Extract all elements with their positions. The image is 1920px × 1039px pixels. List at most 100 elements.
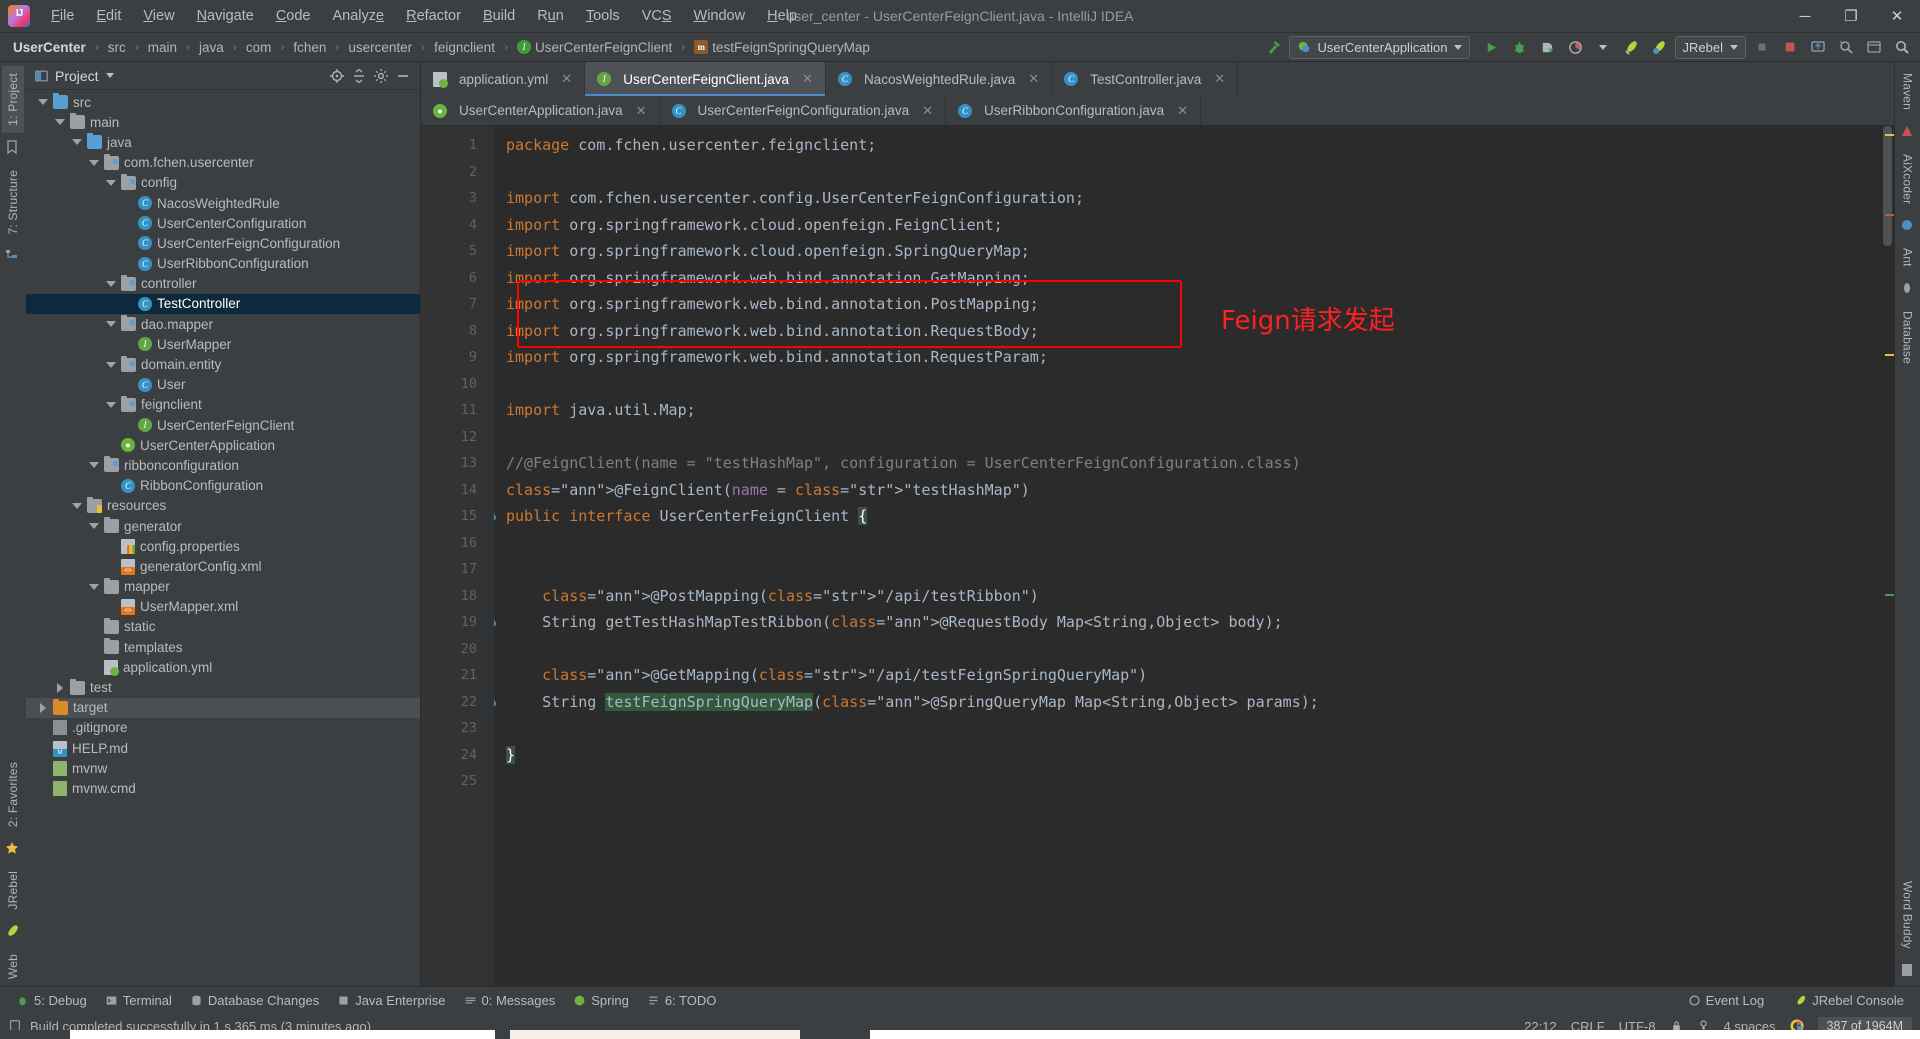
code-line-23[interactable] — [506, 715, 1881, 742]
twisty-expanded-icon[interactable] — [104, 176, 117, 189]
star-icon[interactable] — [4, 840, 22, 858]
sidebar-item-aixcoder[interactable]: AiXcoder — [1897, 147, 1919, 211]
breadcrumb-item-usercenter[interactable]: usercenter — [345, 39, 415, 56]
breadcrumb-item-java[interactable]: java — [196, 39, 227, 56]
line-number-1[interactable]: 1 — [421, 132, 483, 159]
tree-node-generator[interactable]: generator — [26, 516, 420, 536]
breadcrumb-item-usercenterfeignclient[interactable]: I UserCenterFeignClient — [514, 39, 675, 56]
line-number-5[interactable]: 5 — [421, 238, 483, 265]
sidebar-item-ant[interactable]: Ant — [1897, 241, 1919, 274]
editor-tab-usercenterfeignclient-java[interactable]: I UserCenterFeignClient.java ✕ — [585, 62, 826, 96]
tree-node-mvnw[interactable]: mvnw — [26, 758, 420, 778]
tree-node-userribbonconfiguration[interactable]: C UserRibbonConfiguration — [26, 254, 420, 274]
jrebel-run-icon[interactable] — [1619, 35, 1644, 59]
line-number-gutter[interactable]: 1 2 3 4 5 6 7 8 9 10 11 12 13 14 15 16 17 18 19 20 21 22 23 24 2… — [421, 126, 496, 986]
run-configuration-selector[interactable]: UserCenterApplication — [1289, 35, 1470, 59]
line-number-22[interactable]: 22 — [421, 689, 496, 716]
tree-node-usercenterconfiguration[interactable]: C UserCenterConfiguration — [26, 213, 420, 233]
sidebar-item-project[interactable]: 1: Project — [2, 66, 24, 133]
line-number-20[interactable]: 20 — [421, 636, 483, 663]
code-line-19[interactable]: String getTestHashMapTestRibbon(class="a… — [506, 609, 1881, 636]
twisty-collapsed-icon[interactable] — [53, 681, 66, 694]
code-line-7[interactable]: import org.springframework.web.bind.anno… — [506, 291, 1881, 318]
tree-node-usermapper[interactable]: I UserMapper — [26, 334, 420, 354]
tree-node-ribbonconfiguration[interactable]: C RibbonConfiguration — [26, 476, 420, 496]
code-line-20[interactable] — [506, 636, 1881, 663]
twisty-expanded-icon[interactable] — [104, 277, 117, 290]
tree-node-resources[interactable]: resources — [26, 496, 420, 516]
line-number-7[interactable]: 7 — [421, 291, 483, 318]
hide-panel-icon[interactable] — [392, 65, 414, 87]
twisty-collapsed-icon[interactable] — [36, 701, 49, 714]
bookmark-icon[interactable] — [4, 139, 22, 157]
menu-item-help[interactable]: Help — [756, 4, 808, 28]
twisty-expanded-icon[interactable] — [104, 358, 117, 371]
breadcrumb-item-testfeignspringquerymap[interactable]: m testFeignSpringQueryMap — [691, 39, 873, 56]
line-number-16[interactable]: 16 — [421, 530, 483, 557]
line-number-12[interactable]: 12 — [421, 424, 483, 451]
tree-node-testcontroller[interactable]: C TestController — [26, 293, 420, 315]
code-line-9[interactable]: import org.springframework.web.bind.anno… — [506, 344, 1881, 371]
maximize-button[interactable]: ❐ — [1828, 0, 1874, 32]
tree-node-application-yml[interactable]: application.yml — [26, 657, 420, 677]
tree-node-user[interactable]: C User — [26, 375, 420, 395]
tree-node-nacosweightedrule[interactable]: C NacosWeightedRule — [26, 193, 420, 213]
code-line-8[interactable]: import org.springframework.web.bind.anno… — [506, 318, 1881, 345]
close-icon[interactable]: ✕ — [1177, 103, 1188, 119]
code-line-22[interactable]: String testFeignSpringQueryMap(class="an… — [506, 689, 1881, 716]
search-icon[interactable] — [1889, 35, 1914, 59]
editor-tab-userribbonconfiguration-java[interactable]: C UserRibbonConfiguration.java ✕ — [946, 96, 1202, 125]
sidebar-item-web[interactable]: Web — [2, 947, 24, 986]
code-line-24[interactable]: } — [506, 742, 1881, 769]
line-number-19[interactable]: 19 — [421, 609, 496, 636]
line-number-14[interactable]: 14 — [421, 477, 483, 504]
line-number-21[interactable]: 21 — [421, 662, 483, 689]
run-with-coverage-icon[interactable] — [1535, 35, 1560, 59]
line-number-9[interactable]: 9 — [421, 344, 483, 371]
tool-window-java-enterprise[interactable]: Java Enterprise — [329, 990, 453, 1011]
word-buddy-icon[interactable] — [1899, 962, 1917, 980]
menu-item-analyze[interactable]: Analyze — [322, 4, 396, 28]
sidebar-item-structure[interactable]: 7: Structure — [2, 163, 24, 241]
jrebel-icon[interactable] — [4, 923, 22, 941]
minimize-button[interactable]: ─ — [1782, 0, 1828, 32]
code-line-16[interactable] — [506, 530, 1881, 557]
tree-node-java[interactable]: java — [26, 132, 420, 152]
tree-node-config[interactable]: config — [26, 173, 420, 193]
tree-node-feignclient[interactable]: feignclient — [26, 395, 420, 415]
close-icon[interactable]: ✕ — [561, 71, 572, 87]
tool-window-terminal[interactable]: Terminal — [97, 990, 180, 1011]
close-icon[interactable]: ✕ — [636, 103, 647, 119]
chevron-down-icon[interactable] — [1591, 35, 1616, 59]
tree-node-usercenterfeignclient[interactable]: I UserCenterFeignClient — [26, 415, 420, 435]
editor-tab-usercenterfeignconfiguration-java[interactable]: C UserCenterFeignConfiguration.java ✕ — [660, 96, 947, 125]
code-line-10[interactable] — [506, 371, 1881, 398]
line-number-11[interactable]: 11 — [421, 397, 483, 424]
menu-item-run[interactable]: Run — [526, 4, 575, 28]
tree-node-target[interactable]: target — [26, 697, 420, 718]
tree-node-templates[interactable]: templates — [26, 637, 420, 657]
locate-file-icon[interactable] — [326, 65, 348, 87]
code-line-1[interactable]: package com.fchen.usercenter.feignclient… — [506, 132, 1881, 159]
line-number-3[interactable]: 3 — [421, 185, 483, 212]
twisty-expanded-icon[interactable] — [87, 580, 100, 593]
tool-window-event-log[interactable]: Event Log — [1680, 990, 1773, 1011]
tree-node-domain-entity[interactable]: domain.entity — [26, 354, 420, 374]
project-tree[interactable]: src main java com.fchen.usercenter config C Na… — [26, 90, 420, 986]
twisty-expanded-icon[interactable] — [53, 116, 66, 129]
line-number-24[interactable]: 24 — [421, 742, 483, 769]
tree-node-generatorconfig-xml[interactable]: generatorConfig.xml — [26, 556, 420, 576]
close-icon[interactable]: ✕ — [1028, 71, 1039, 87]
code-line-5[interactable]: import org.springframework.cloud.openfei… — [506, 238, 1881, 265]
twisty-expanded-icon[interactable] — [70, 499, 83, 512]
breadcrumb-item-main[interactable]: main — [145, 39, 180, 56]
tree-node-mvnw-cmd[interactable]: mvnw.cmd — [26, 778, 420, 798]
editor-tab-testcontroller-java[interactable]: C TestController.java ✕ — [1052, 62, 1239, 96]
code-line-25[interactable] — [506, 768, 1881, 795]
line-number-2[interactable]: 2 — [421, 159, 483, 186]
stop-red-icon[interactable] — [1777, 35, 1802, 59]
tool-window-6-todo[interactable]: 6: TODO — [639, 990, 725, 1011]
code-line-2[interactable] — [506, 159, 1881, 186]
line-number-8[interactable]: 8 — [421, 318, 483, 345]
code-editor[interactable]: 1 2 3 4 5 6 7 8 9 10 11 12 13 14 15 16 17 18 19 20 21 22 23 24 2… — [421, 126, 1894, 986]
